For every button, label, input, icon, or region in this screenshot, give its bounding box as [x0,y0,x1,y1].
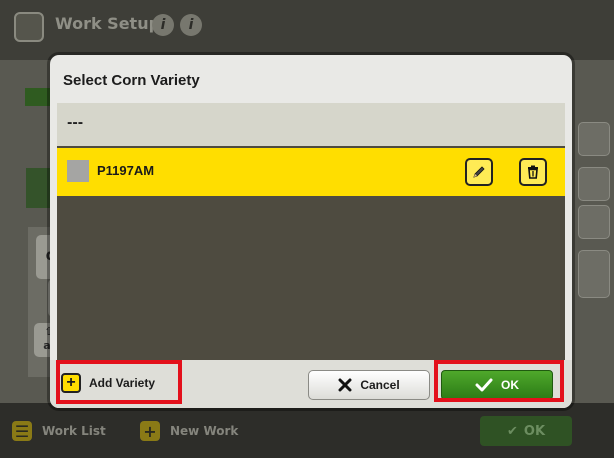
list-item-label: P1197AM [97,163,155,178]
work-setup-app-icon [14,12,44,42]
trash-icon [528,165,538,179]
ok-label: OK [501,378,519,392]
list-item-selected[interactable]: P1197AM [57,148,565,196]
footer-ok-label: OK [523,423,546,439]
check-icon: ✔ [506,423,518,439]
variety-list: --- P1197AM [57,103,565,360]
side-button[interactable] [578,205,610,239]
cancel-label: Cancel [360,378,400,392]
list-item-none[interactable]: --- [57,103,565,146]
work-list-button[interactable]: ☰ Work List [12,415,106,447]
delete-variety-button[interactable] [519,158,547,186]
dialog-title: Select Corn Variety [63,72,200,89]
add-variety-button[interactable]: + Add Variety [57,368,155,398]
check-icon [475,378,493,392]
add-variety-label: Add Variety [89,376,156,390]
list-item-label: --- [67,116,84,131]
machine-icon [26,168,50,208]
cancel-button[interactable]: Cancel [308,370,430,400]
app-header: Work Setup i i [0,0,614,60]
pencil-icon [473,166,485,178]
info-icon[interactable]: i [180,14,202,36]
side-button[interactable] [578,167,610,201]
work-list-label: Work List [42,424,106,438]
ok-button[interactable]: OK [441,370,553,400]
edit-variety-button[interactable] [465,158,493,186]
app-title: Work Setup [55,14,161,33]
info-icon[interactable]: i [152,14,174,36]
side-button[interactable] [578,250,610,298]
close-icon [338,378,352,392]
footer-ok-button[interactable]: ✔ OK [480,416,572,446]
plus-icon: + [61,373,81,393]
variety-color-swatch [67,160,89,182]
field-icon [25,88,51,106]
select-variety-dialog: Select Corn Variety --- P1197AM + Add Va… [50,55,572,408]
plus-icon: + [140,421,160,441]
side-button[interactable] [578,122,610,156]
list-icon: ☰ [12,421,32,441]
new-work-button[interactable]: + New Work [140,415,238,447]
new-work-label: New Work [170,424,239,438]
dialog-footer: + Add Variety Cancel OK [50,360,572,408]
